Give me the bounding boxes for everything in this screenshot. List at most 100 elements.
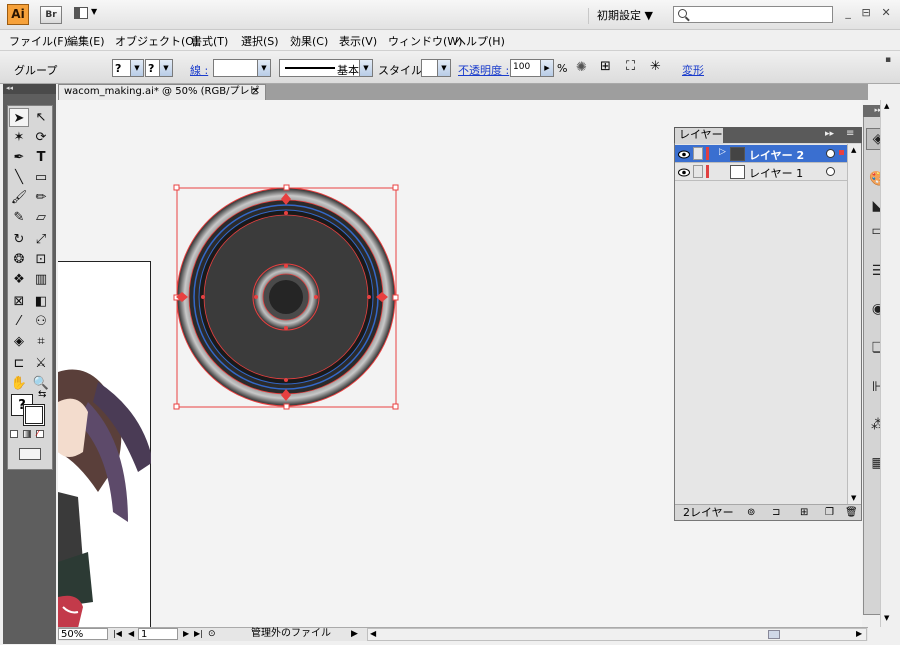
isolate-icon[interactable]: ⛶	[626, 59, 635, 74]
menu-object[interactable]: オブジェクト(O)	[115, 33, 198, 49]
menu-view[interactable]: 表示(V)	[339, 33, 377, 49]
menu-window[interactable]: ウィンドウ(W)	[388, 33, 462, 49]
artboard[interactable]	[58, 261, 153, 628]
workspace-switcher[interactable]: 初期設定 ▼	[588, 8, 660, 24]
mesh-tool-icon[interactable]: ⊠	[9, 292, 29, 311]
control-menu-icon[interactable]: ▪	[885, 55, 891, 65]
layer-row[interactable]: レイヤー 1	[675, 163, 847, 181]
swap-colors-icon[interactable]: ⇆	[38, 389, 46, 400]
slice-tool-icon[interactable]: ⚔	[31, 354, 51, 373]
layers-tab[interactable]: レイヤー	[675, 128, 723, 143]
restore-button[interactable]: ⊟	[862, 6, 871, 22]
arrange-documents-button[interactable]: ▼	[74, 7, 102, 23]
blob-brush-tool-icon[interactable]: ✎	[9, 208, 29, 227]
status-arrow-icon[interactable]: ▶	[351, 628, 358, 640]
collapse-icon[interactable]: ▸▸	[825, 129, 834, 139]
new-layer-icon[interactable]: ❐	[825, 505, 834, 520]
scroll-down-icon[interactable]: ▼	[851, 494, 856, 502]
visibility-eye-icon[interactable]	[678, 167, 690, 177]
magic-wand-tool-icon[interactable]: ✶	[9, 128, 29, 147]
selection-tool-icon[interactable]: ➤	[9, 108, 29, 127]
brush-select[interactable]: 基本 ▼	[279, 59, 373, 77]
menu-edit[interactable]: 編集(E)	[67, 33, 105, 49]
last-page-icon[interactable]: ▶|	[194, 628, 203, 640]
direct-selection-tool-icon[interactable]: ↖	[31, 108, 51, 127]
scroll-left-icon[interactable]: ◀	[370, 629, 376, 638]
style-select[interactable]: ▼	[421, 59, 451, 77]
warp-tool-icon[interactable]: ❂	[9, 250, 29, 269]
menu-file[interactable]: ファイル(F)	[9, 33, 68, 49]
menu-effect[interactable]: 効果(C)	[290, 33, 328, 49]
speaker-artwork[interactable]	[170, 182, 406, 414]
gradient-tool-icon[interactable]: ◧	[31, 292, 51, 311]
scroll-thumb[interactable]	[768, 630, 780, 639]
horizontal-scrollbar[interactable]: ◀ ▶	[367, 628, 867, 641]
new-sublayer-icon[interactable]: ⊞	[800, 505, 808, 520]
vertical-scrollbar[interactable]: ▲ ▼	[880, 100, 894, 627]
search-input[interactable]	[673, 6, 833, 23]
rotate-tool-icon[interactable]: ↻	[9, 230, 29, 249]
rectangle-tool-icon[interactable]: ▭	[31, 168, 51, 187]
fill-select[interactable]: ? ▼	[112, 59, 144, 77]
free-transform-tool-icon[interactable]: ⊡	[31, 250, 51, 269]
next-page-icon[interactable]: ▶	[183, 628, 189, 640]
lock-toggle[interactable]	[693, 165, 703, 178]
locate-object-icon[interactable]: ⊚	[747, 505, 755, 520]
layers-scrollbar[interactable]: ▲ ▼	[847, 144, 861, 504]
target-circle-icon[interactable]	[826, 167, 835, 176]
line-tool-icon[interactable]: ╲	[9, 168, 29, 187]
close-button[interactable]: ✕	[881, 6, 890, 22]
opacity-link[interactable]: 不透明度 :	[458, 62, 509, 78]
visibility-eye-icon[interactable]	[678, 149, 690, 159]
close-tab-icon[interactable]: ✕	[252, 85, 260, 99]
pencil-tool-icon[interactable]: ✏	[31, 188, 51, 207]
symbol-sprayer-tool-icon[interactable]: ❖	[9, 270, 29, 289]
status-menu-icon[interactable]: ⊙	[208, 628, 216, 640]
target-circle-icon[interactable]	[826, 149, 835, 158]
layer-row[interactable]: ▷ レイヤー 2	[675, 145, 847, 163]
live-trace-icon[interactable]: ✳	[650, 59, 661, 74]
eyedropper-tool-icon[interactable]: ⁄	[9, 312, 29, 331]
pen-tool-icon[interactable]: ✒	[9, 148, 29, 167]
stroke-link[interactable]: 線 :	[190, 62, 208, 78]
status-info[interactable]: 管理外のファイル	[251, 628, 331, 640]
first-page-icon[interactable]: |◀	[113, 628, 122, 640]
screen-mode-icon[interactable]	[19, 448, 41, 460]
live-paint-tool-icon[interactable]: ◈	[9, 332, 29, 351]
align-icon[interactable]: ⊞	[600, 59, 611, 74]
delete-layer-icon[interactable]: 🗑	[845, 505, 858, 520]
zoom-select[interactable]: 50%	[58, 628, 108, 640]
gradient-mode-icon[interactable]	[23, 430, 31, 438]
color-mode-icon[interactable]	[10, 430, 18, 438]
stroke-weight-select[interactable]: ▼	[213, 59, 271, 77]
menu-type[interactable]: 書式(T)	[191, 33, 228, 49]
none-mode-icon[interactable]: ⁄	[36, 430, 44, 438]
page-select[interactable]: 1	[138, 628, 178, 640]
expand-triangle-icon[interactable]: ▷	[719, 147, 726, 157]
stroke-swatch[interactable]	[23, 404, 45, 426]
scroll-down-icon[interactable]: ▼	[884, 614, 889, 622]
type-tool-icon[interactable]: T	[31, 148, 51, 167]
lock-toggle[interactable]	[693, 147, 703, 160]
graph-tool-icon[interactable]: ▥	[31, 270, 51, 289]
hand-tool-icon[interactable]: ✋	[9, 374, 29, 393]
recolor-icon[interactable]: ✺	[576, 60, 587, 75]
transform-link[interactable]: 変形	[682, 62, 704, 78]
scroll-right-icon[interactable]: ▶	[856, 629, 862, 638]
menu-select[interactable]: 選択(S)	[241, 33, 279, 49]
stroke-select[interactable]: ? ▼	[145, 59, 173, 77]
document-tab[interactable]: wacom_making.ai* @ 50% (RGB/プレビュー) ✕	[58, 84, 266, 111]
tools-panel-header[interactable]: ◂◂	[3, 84, 56, 94]
minimize-button[interactable]: _	[845, 6, 851, 22]
live-paint-selection-tool-icon[interactable]: ⌗	[31, 332, 51, 351]
eraser-tool-icon[interactable]: ▱	[31, 208, 51, 227]
clipping-mask-icon[interactable]: ⊐	[772, 505, 780, 520]
scroll-up-icon[interactable]: ▲	[884, 102, 889, 110]
artboard-tool-icon[interactable]: ⊏	[9, 354, 29, 373]
lasso-tool-icon[interactable]: ⟳	[31, 128, 51, 147]
scroll-up-icon[interactable]: ▲	[851, 146, 856, 154]
panel-menu-icon[interactable]: ≡	[846, 128, 854, 139]
blend-tool-icon[interactable]: ⚇	[31, 312, 51, 331]
opacity-input[interactable]: 100 ▶	[510, 59, 554, 77]
menu-help[interactable]: ヘルプ(H)	[455, 33, 505, 49]
